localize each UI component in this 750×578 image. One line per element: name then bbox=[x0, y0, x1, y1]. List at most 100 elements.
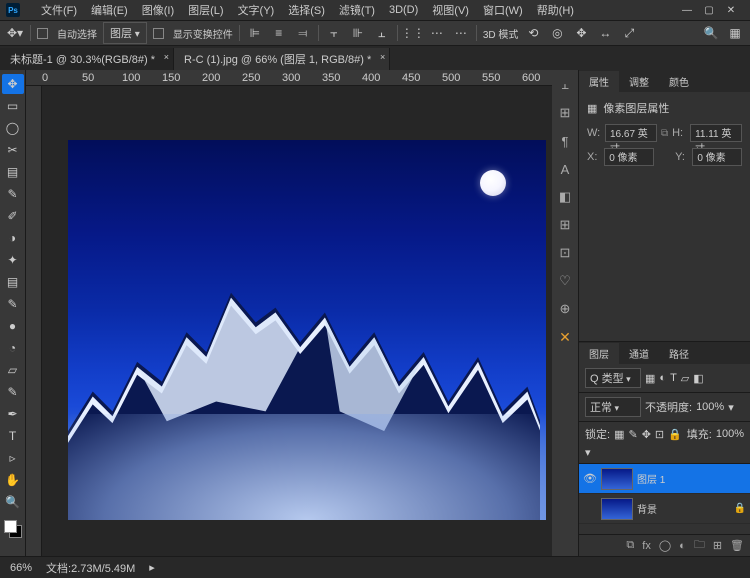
align-mid-icon[interactable]: ⊪ bbox=[349, 24, 367, 42]
mask-icon[interactable]: ◯ bbox=[659, 539, 671, 552]
menu-0[interactable]: 文件(F) bbox=[34, 0, 84, 21]
3d-roll-icon[interactable]: ◎ bbox=[548, 24, 566, 42]
menu-5[interactable]: 选择(S) bbox=[281, 0, 332, 21]
filter-shape-icon[interactable]: ▱ bbox=[681, 372, 689, 385]
new-group-icon[interactable]: 🗀 bbox=[694, 536, 705, 555]
auto-select-checkbox[interactable] bbox=[37, 28, 48, 39]
tab-layers[interactable]: 图层 bbox=[579, 343, 619, 364]
tool-18[interactable]: ✋ bbox=[2, 470, 24, 490]
x-input[interactable]: 0 像素 bbox=[604, 148, 654, 166]
target-dropdown[interactable]: 图层 ▾ bbox=[103, 22, 147, 44]
menu-9[interactable]: 窗口(W) bbox=[476, 0, 530, 21]
new-fill-icon[interactable]: ◐ bbox=[679, 540, 686, 552]
3d-slide-icon[interactable]: ↔ bbox=[596, 24, 614, 42]
rstrip-icon-6[interactable]: ⊡ bbox=[556, 244, 574, 262]
3d-orbit-icon[interactable]: ⟲ bbox=[524, 24, 542, 42]
y-input[interactable]: 0 像素 bbox=[692, 148, 742, 166]
rstrip-close-icon[interactable]: ✕ bbox=[556, 328, 574, 346]
tab-close-icon[interactable]: × bbox=[380, 52, 385, 62]
blend-mode-dropdown[interactable]: 正常 ▾ bbox=[585, 397, 641, 417]
more-align-icon[interactable]: ⋯ bbox=[452, 24, 470, 42]
doc-info-more[interactable]: ▸ bbox=[149, 561, 155, 574]
filter-type-icon[interactable]: T bbox=[670, 372, 677, 384]
layer-name[interactable]: 图层 1 bbox=[637, 471, 665, 486]
tool-0[interactable]: ✥ bbox=[2, 74, 24, 94]
tool-9[interactable]: ▤ bbox=[2, 272, 24, 292]
menu-4[interactable]: 文字(Y) bbox=[231, 0, 282, 21]
tab-adjustments[interactable]: 调整 bbox=[619, 71, 659, 92]
layer-row-1[interactable]: 背景🔒 bbox=[579, 494, 750, 524]
tool-17[interactable]: ▹ bbox=[2, 448, 24, 468]
align-center-icon[interactable]: ≡ bbox=[270, 24, 288, 42]
menu-1[interactable]: 编辑(E) bbox=[84, 0, 135, 21]
menu-7[interactable]: 3D(D) bbox=[382, 1, 425, 19]
width-input[interactable]: 16.67 英寸 bbox=[605, 124, 657, 142]
new-layer-icon[interactable]: ⊞ bbox=[713, 539, 722, 552]
tool-15[interactable]: ✒ bbox=[2, 404, 24, 424]
height-input[interactable]: 11.11 英寸 bbox=[690, 124, 742, 142]
document-tab-1[interactable]: R-C (1).jpg @ 66% (图层 1, RGB/8#) *× bbox=[174, 48, 390, 70]
align-left-icon[interactable]: ⊫ bbox=[246, 24, 264, 42]
tool-16[interactable]: T bbox=[2, 426, 24, 446]
rstrip-icon-5[interactable]: ⊞ bbox=[556, 216, 574, 234]
lock-pos-icon[interactable]: ✥ bbox=[642, 428, 651, 441]
menu-8[interactable]: 视图(V) bbox=[425, 0, 476, 21]
fx-icon[interactable]: fx bbox=[642, 540, 651, 552]
zoom-level[interactable]: 66% bbox=[10, 562, 32, 574]
filter-smart-icon[interactable]: ◧ bbox=[693, 372, 703, 385]
rstrip-icon-0[interactable]: ⫠ bbox=[556, 76, 574, 94]
lock-all-icon[interactable]: 🔒 bbox=[668, 428, 682, 441]
tool-1[interactable]: ▭ bbox=[2, 96, 24, 116]
dist-h-icon[interactable]: ⋮⋮ bbox=[404, 24, 422, 42]
tool-10[interactable]: ✎ bbox=[2, 294, 24, 314]
layer-name[interactable]: 背景 bbox=[637, 501, 657, 516]
rstrip-icon-2[interactable]: ¶ bbox=[556, 132, 574, 150]
tool-12[interactable]: ◔ bbox=[2, 338, 24, 358]
tool-8[interactable]: ✦ bbox=[2, 250, 24, 270]
tab-close-icon[interactable]: × bbox=[164, 52, 169, 62]
delete-layer-icon[interactable]: 🗑 bbox=[730, 539, 744, 552]
document-tab-0[interactable]: 未标题-1 @ 30.3%(RGB/8#) *× bbox=[0, 48, 174, 70]
tab-channels[interactable]: 通道 bbox=[619, 343, 659, 364]
workspace-icon[interactable]: ▦ bbox=[726, 24, 744, 42]
link-layers-icon[interactable]: ⧉ bbox=[626, 539, 634, 552]
lock-nest-icon[interactable]: ⊡ bbox=[655, 428, 664, 441]
menu-2[interactable]: 图像(I) bbox=[135, 0, 181, 21]
opacity-value[interactable]: 100% bbox=[696, 401, 724, 413]
tool-19[interactable]: 🔍 bbox=[2, 492, 24, 512]
layer-row-0[interactable]: 👁图层 1 bbox=[579, 464, 750, 494]
tool-14[interactable]: ✎ bbox=[2, 382, 24, 402]
align-right-icon[interactable]: ⫤ bbox=[294, 24, 312, 42]
close-button[interactable]: ✕ bbox=[726, 5, 736, 15]
lock-paint-icon[interactable]: ✎ bbox=[628, 428, 637, 441]
layer-filter-dropdown[interactable]: Q 类型 ▾ bbox=[585, 368, 641, 388]
show-transform-checkbox[interactable] bbox=[153, 28, 164, 39]
canvas[interactable] bbox=[68, 140, 546, 520]
rstrip-icon-3[interactable]: A bbox=[556, 160, 574, 178]
tool-6[interactable]: ✐ bbox=[2, 206, 24, 226]
rstrip-icon-8[interactable]: ⊕ bbox=[556, 300, 574, 318]
color-swatch[interactable] bbox=[4, 520, 22, 538]
tab-paths[interactable]: 路径 bbox=[659, 343, 699, 364]
rstrip-icon-1[interactable]: ⊞ bbox=[556, 104, 574, 122]
align-bot-icon[interactable]: ⫠ bbox=[373, 24, 391, 42]
filter-adjust-icon[interactable]: ◐ bbox=[659, 372, 666, 384]
tool-5[interactable]: ✎ bbox=[2, 184, 24, 204]
menu-10[interactable]: 帮助(H) bbox=[530, 0, 581, 21]
maximize-button[interactable]: ▢ bbox=[704, 5, 714, 15]
tool-3[interactable]: ✂ bbox=[2, 140, 24, 160]
filter-pixel-icon[interactable]: ▦ bbox=[645, 372, 655, 385]
tab-properties[interactable]: 属性 bbox=[579, 71, 619, 92]
link-wh-icon[interactable]: ⧉ bbox=[661, 128, 668, 139]
3d-pan-icon[interactable]: ✥ bbox=[572, 24, 590, 42]
tab-color[interactable]: 颜色 bbox=[659, 71, 699, 92]
tool-7[interactable]: ◑ bbox=[2, 228, 24, 248]
tool-2[interactable]: ◯ bbox=[2, 118, 24, 138]
rstrip-icon-7[interactable]: ♡ bbox=[556, 272, 574, 290]
tool-13[interactable]: ▱ bbox=[2, 360, 24, 380]
fill-value[interactable]: 100% bbox=[716, 428, 744, 440]
search-icon[interactable]: 🔍 bbox=[702, 24, 720, 42]
menu-6[interactable]: 滤镜(T) bbox=[332, 0, 382, 21]
3d-scale-icon[interactable]: ⤢ bbox=[620, 24, 638, 42]
minimize-button[interactable]: — bbox=[682, 5, 692, 15]
